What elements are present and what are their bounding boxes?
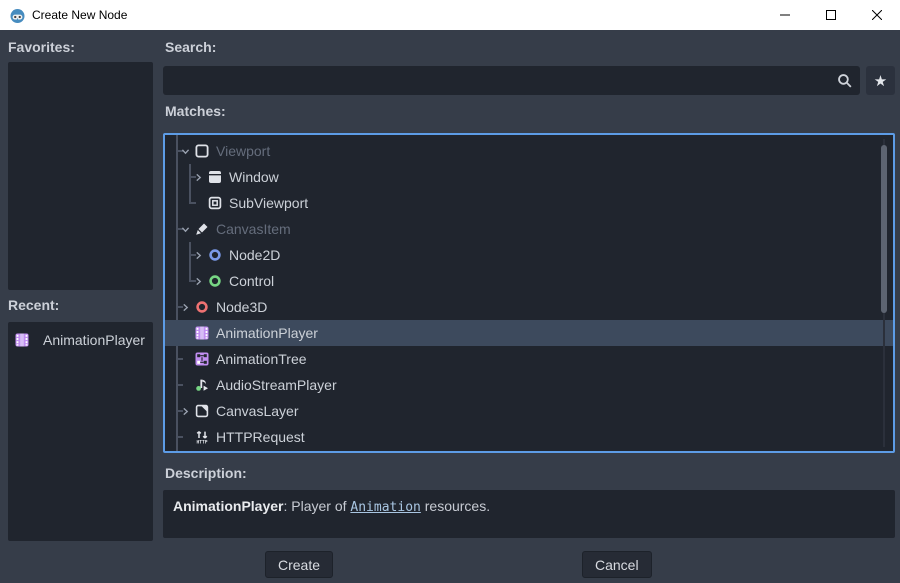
animation-player-icon [14, 332, 30, 348]
create-button[interactable]: Create [265, 551, 333, 578]
tree-item-label: SubViewport [229, 195, 308, 211]
tree-item-label: Node3D [216, 299, 267, 315]
window-controls [762, 0, 900, 30]
canvas-layer-icon [194, 403, 210, 419]
chevron-spacer [180, 377, 194, 393]
window-title: Create New Node [32, 8, 127, 22]
recent-item-label: AnimationPlayer [43, 332, 145, 348]
tree-item-animationtree[interactable]: AnimationTree [165, 346, 893, 372]
cancel-button[interactable]: Cancel [582, 551, 652, 578]
favorites-label: Favorites: [8, 39, 75, 55]
maximize-icon[interactable] [808, 0, 854, 30]
tree-item-viewport[interactable]: Viewport [165, 138, 893, 164]
http-request-icon: HTTP [194, 429, 210, 445]
recent-list: AnimationPlayer [8, 322, 153, 541]
chevron-spacer [193, 195, 207, 211]
tree-item-label: Viewport [216, 143, 270, 159]
tree-item-canvaslayer[interactable]: CanvasLayer [165, 398, 893, 424]
tree-item-subviewport[interactable]: SubViewport [165, 190, 893, 216]
matches-tree[interactable]: Viewport Window [163, 133, 895, 453]
create-new-node-dialog: Favorites: Recent: AnimationPlayer Searc… [0, 30, 900, 583]
chevron-right-icon[interactable] [180, 299, 194, 315]
animation-player-icon [194, 325, 210, 341]
tree-item-node3d[interactable]: Node3D [165, 294, 893, 320]
recent-label: Recent: [8, 297, 59, 313]
window-icon [207, 169, 223, 185]
description-panel: AnimationPlayer: Player of Animation res… [163, 490, 895, 538]
close-icon[interactable] [854, 0, 900, 30]
subviewport-icon [207, 195, 223, 211]
tree-item-label: Window [229, 169, 279, 185]
matches-label: Matches: [165, 103, 226, 119]
control-icon [207, 273, 223, 289]
tree-item-animationplayer[interactable]: AnimationPlayer [165, 320, 893, 346]
audio-stream-player-icon [194, 377, 210, 393]
description-text: resources. [421, 498, 490, 514]
tree-item-label: CanvasLayer [216, 403, 299, 419]
tree-item-label: HTTPRequest [216, 429, 305, 445]
window-titlebar: Create New Node [0, 0, 900, 30]
tree-item-audiostreamplayer[interactable]: AudioStreamPlayer [165, 372, 893, 398]
tree-item-canvasitem[interactable]: CanvasItem [165, 216, 893, 242]
chevron-right-icon[interactable] [193, 247, 207, 263]
chevron-spacer [180, 351, 194, 367]
favorite-star-button[interactable]: ★ [866, 66, 895, 95]
canvas-item-icon [194, 221, 210, 237]
description-animation-link[interactable]: Animation [350, 500, 420, 515]
svg-text:HTTP: HTTP [196, 440, 207, 445]
tree-item-label: Control [229, 273, 274, 289]
animation-tree-icon [194, 351, 210, 367]
tree-item-control[interactable]: Control [165, 268, 893, 294]
viewport-icon [194, 143, 210, 159]
node3d-icon [194, 299, 210, 315]
description-text: Player of [291, 498, 350, 514]
chevron-right-icon[interactable] [193, 273, 207, 289]
tree-item-label: Node2D [229, 247, 280, 263]
chevron-spacer [180, 429, 194, 445]
tree-item-label: AnimationTree [216, 351, 307, 367]
tree-item-label: AudioStreamPlayer [216, 377, 337, 393]
tree-item-window[interactable]: Window [165, 164, 893, 190]
recent-item-animationplayer[interactable]: AnimationPlayer [8, 322, 153, 350]
search-label: Search: [165, 39, 216, 55]
search-icon [836, 72, 854, 90]
tree-scrollbar-grabber[interactable] [881, 145, 887, 313]
chevron-right-icon[interactable] [180, 403, 194, 419]
favorite-star-icon: ★ [874, 72, 887, 90]
tree-item-node2d[interactable]: Node2D [165, 242, 893, 268]
godot-app-icon [9, 7, 26, 24]
tree-item-label: AnimationPlayer [216, 325, 318, 341]
chevron-right-icon[interactable] [193, 169, 207, 185]
tree-item-label: CanvasItem [216, 221, 291, 237]
favorites-list[interactable] [8, 62, 153, 290]
tree-item-httprequest[interactable]: HTTP HTTPRequest [165, 424, 893, 450]
chevron-down-icon[interactable] [180, 221, 194, 237]
description-label: Description: [165, 465, 247, 481]
chevron-spacer [180, 325, 194, 341]
search-input[interactable] [163, 66, 860, 95]
minimize-icon[interactable] [762, 0, 808, 30]
description-class-name: AnimationPlayer [173, 498, 283, 514]
chevron-down-icon[interactable] [180, 143, 194, 159]
node2d-icon [207, 247, 223, 263]
